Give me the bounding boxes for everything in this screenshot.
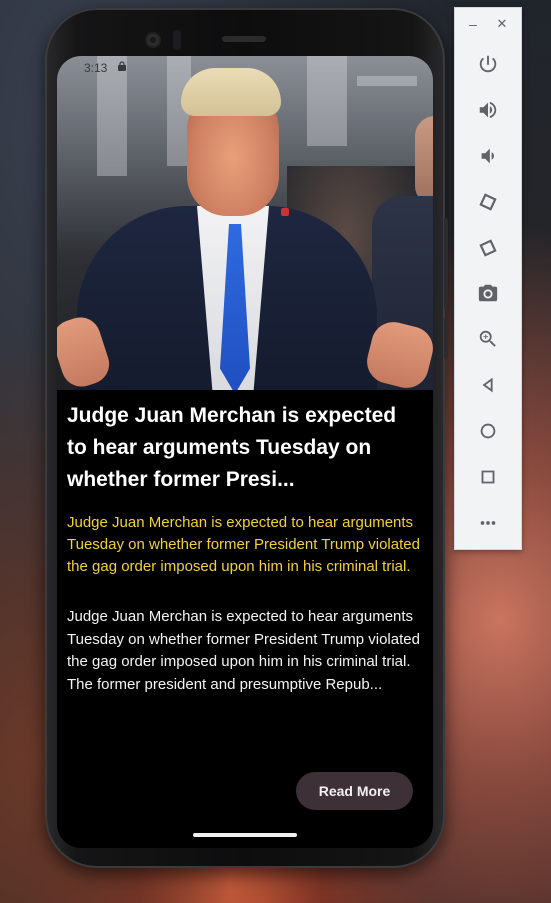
emulator-toolbar: – ✕ [454, 7, 522, 550]
front-camera [145, 32, 161, 48]
power-icon [479, 55, 497, 73]
minimize-button[interactable]: – [465, 16, 481, 32]
rotate-right-icon [479, 239, 497, 257]
phone-volume-button [444, 218, 448, 308]
proximity-sensor [173, 30, 181, 50]
rotate-right-button[interactable] [473, 233, 503, 263]
article-summary: Judge Juan Merchan is expected to hear a… [67, 514, 420, 575]
article-body-paragraph: Judge Juan Merchan is expected to hear a… [67, 608, 420, 670]
close-button[interactable]: ✕ [494, 16, 510, 32]
overview-icon [481, 470, 495, 484]
volume-up-button[interactable] [473, 95, 503, 125]
overview-button[interactable] [473, 462, 503, 492]
home-icon [480, 423, 496, 439]
more-icon [480, 521, 496, 525]
rotate-left-button[interactable] [473, 187, 503, 217]
phone-power-button [444, 318, 448, 358]
status-bar: 3:13 [57, 56, 433, 80]
zoom-icon [479, 330, 496, 347]
volume-down-icon [481, 148, 494, 164]
back-icon [482, 377, 493, 393]
article-headline: Judge Juan Merchan is expected to hear a… [67, 404, 397, 491]
power-button[interactable] [473, 49, 503, 79]
screenshot-button[interactable] [473, 278, 503, 308]
home-indicator[interactable] [193, 833, 297, 837]
rotate-left-icon [479, 193, 497, 211]
home-button[interactable] [473, 416, 503, 446]
more-button[interactable] [473, 508, 503, 538]
article-image [57, 56, 433, 390]
emulator-title-bar: – ✕ [455, 8, 521, 42]
earpiece [222, 36, 266, 42]
status-time: 3:13 [84, 61, 108, 75]
phone-screen[interactable]: 3:13 Judge Juan Merchan is expected to h… [57, 56, 433, 848]
phone-frame: 3:13 Judge Juan Merchan is expected to h… [45, 8, 448, 868]
volume-up-icon [479, 101, 497, 119]
zoom-button[interactable] [473, 324, 503, 354]
read-more-button[interactable]: Read More [296, 772, 413, 810]
article-body: Judge Juan Merchan is expected to hear a… [67, 606, 423, 696]
camera-icon [478, 284, 498, 302]
volume-down-button[interactable] [473, 141, 503, 171]
lock-icon [118, 61, 126, 71]
back-button[interactable] [473, 370, 503, 400]
article-body-paragraph: The former president and presumptive Rep… [67, 675, 383, 693]
